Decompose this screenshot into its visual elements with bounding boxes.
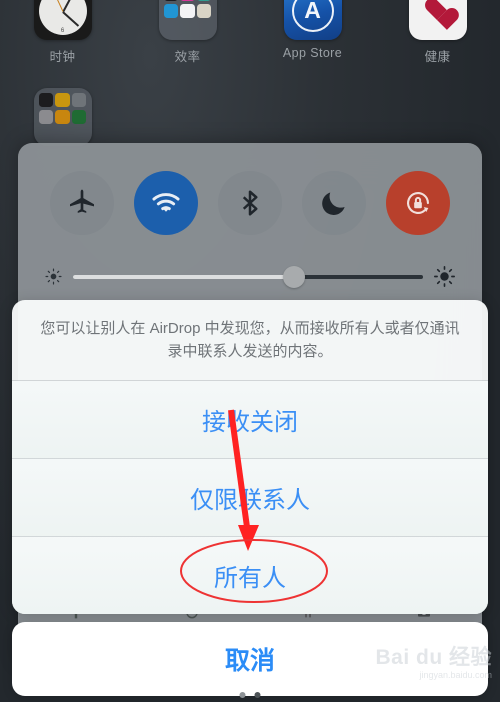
- brightness-slider-track[interactable]: [73, 265, 423, 288]
- app-label-productivity: 效率: [174, 50, 201, 64]
- brightness-slider-knob[interactable]: [282, 265, 305, 288]
- app-app-store[interactable]: A App Store: [250, 0, 375, 65]
- app-label-app-store: App Store: [282, 46, 343, 60]
- rotation-lock-icon: [407, 192, 429, 214]
- brightness-slider-fill: [73, 274, 294, 279]
- do-not-disturb-toggle[interactable]: [302, 171, 366, 235]
- home-page-indicator: [239, 692, 261, 698]
- airdrop-action-sheet: 您可以让别人在 AirDrop 中发现您，从而接收所有人或者仅通讯录中联系人发送…: [12, 300, 488, 614]
- airdrop-description: 您可以让别人在 AirDrop 中发现您，从而接收所有人或者仅通讯录中联系人发送…: [12, 300, 488, 381]
- brightness-high-icon: [434, 266, 455, 287]
- app-label-health: 健康: [424, 50, 451, 64]
- brightness-slider-row[interactable]: [18, 235, 482, 288]
- page-dot-inactive: [254, 692, 261, 698]
- bluetooth-icon: [242, 190, 258, 216]
- airdrop-option-contacts-only[interactable]: 仅限联系人: [12, 458, 488, 537]
- airplane-mode-toggle[interactable]: [50, 171, 114, 235]
- bluetooth-toggle[interactable]: [218, 171, 282, 235]
- folder-icon: [33, 88, 92, 146]
- watermark-main: Bai du 经验: [375, 646, 492, 669]
- brightness-low-icon: [45, 268, 62, 285]
- app-folder-productivity[interactable]: 效率: [125, 0, 250, 65]
- watermark-sub: jingyan.baidu.com: [419, 670, 492, 680]
- watermark: Bai du 经验 jingyan.baidu.com: [375, 647, 492, 680]
- wifi-toggle[interactable]: [134, 171, 198, 235]
- moon-icon: [322, 192, 345, 215]
- airplane-icon: [70, 189, 94, 213]
- clock-icon: 12 9 3 6: [33, 0, 92, 40]
- rotation-lock-toggle[interactable]: [386, 171, 450, 235]
- page-dot-active: [239, 692, 246, 698]
- app-label-clock: 时钟: [49, 50, 76, 64]
- home-app-row-1: 12 9 3 6 时钟 效率: [0, 0, 500, 65]
- wifi-icon: [152, 193, 180, 212]
- control-center-toggles: [18, 143, 482, 235]
- health-icon: [408, 0, 467, 40]
- app-store-icon: A: [283, 0, 342, 40]
- app-health[interactable]: 健康: [375, 0, 500, 65]
- folder-icon: [158, 0, 217, 40]
- app-clock[interactable]: 12 9 3 6 时钟: [0, 0, 125, 65]
- airdrop-option-receiving-off[interactable]: 接收关闭: [12, 380, 488, 459]
- airdrop-option-everyone[interactable]: 所有人: [12, 536, 488, 614]
